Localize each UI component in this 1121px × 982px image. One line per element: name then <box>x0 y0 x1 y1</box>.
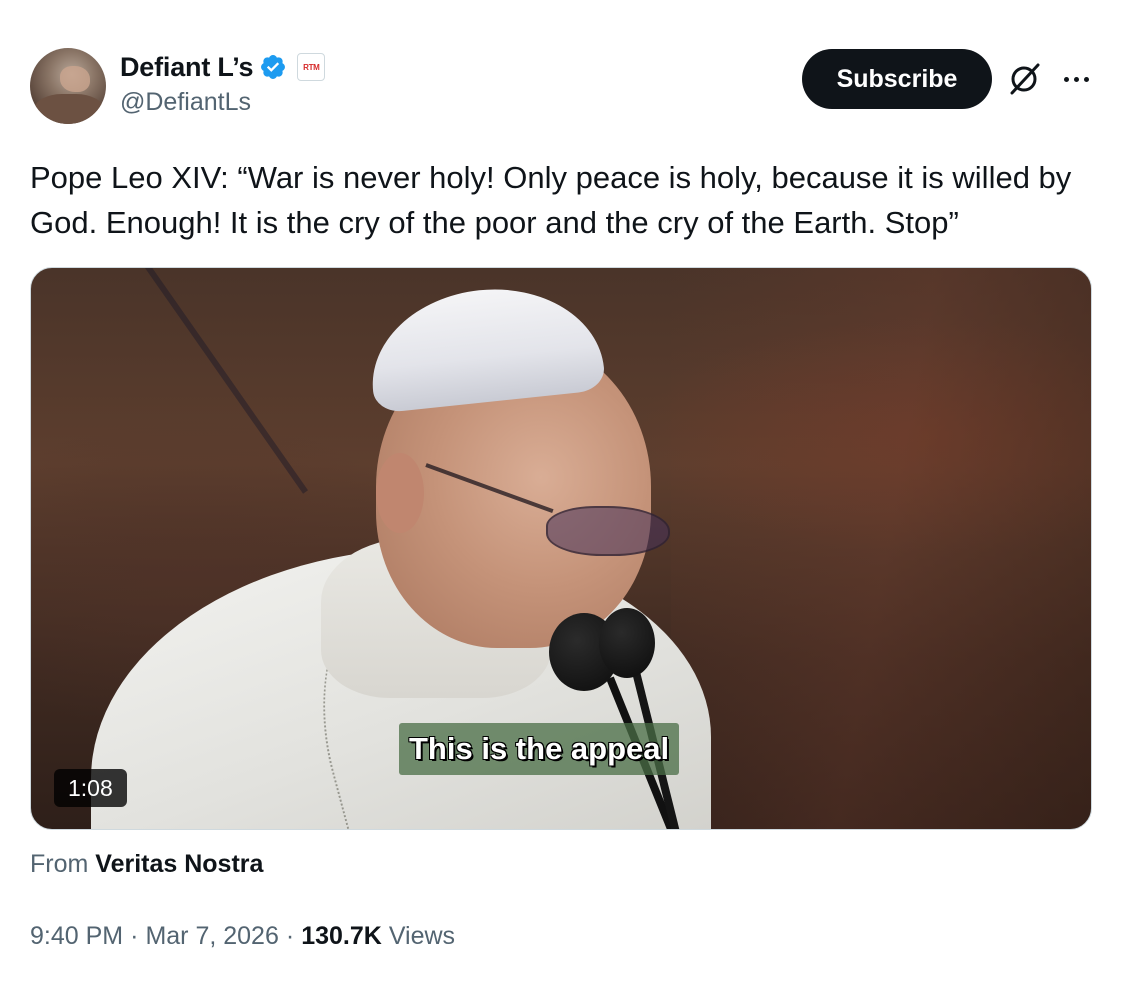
tweet-time[interactable]: 9:40 PM <box>30 922 123 951</box>
source-name-link[interactable]: Veritas Nostra <box>95 850 263 878</box>
tweet-date[interactable]: Mar 7, 2026 <box>145 922 278 951</box>
video-microphone-2 <box>599 608 655 678</box>
affiliate-badge[interactable]: RTM <box>297 53 326 81</box>
video-cable <box>131 268 308 494</box>
grok-icon[interactable] <box>1005 60 1043 98</box>
author-handle[interactable]: @DefiantLs <box>120 88 251 117</box>
author-display-name[interactable]: Defiant L’s <box>120 52 254 83</box>
video-player[interactable]: This is the appeal 1:08 <box>30 267 1092 830</box>
tweet-meta: 9:40 PM · Mar 7, 2026 · 130.7K Views <box>30 922 455 951</box>
avatar-hand <box>60 66 90 92</box>
video-source: From Veritas Nostra <box>30 850 263 879</box>
verified-badge-icon[interactable] <box>259 53 287 81</box>
video-caption: This is the appeal <box>399 723 680 775</box>
meta-separator: · <box>130 922 139 950</box>
avatar-figure <box>34 94 104 124</box>
video-ear <box>376 453 424 533</box>
views-label: Views <box>388 922 456 950</box>
video-duration: 1:08 <box>54 769 127 807</box>
views-count: 130.7K <box>301 922 382 950</box>
source-prefix: From <box>30 850 89 878</box>
author-avatar[interactable] <box>30 48 106 124</box>
meta-separator-2: · <box>285 922 295 950</box>
more-options-icon[interactable] <box>1058 62 1094 96</box>
author-name-row: Defiant L’s RTM <box>120 50 326 84</box>
tweet-text: Pope Leo XIV: “War is never holy! Only p… <box>30 160 1072 240</box>
video-background <box>671 268 1091 829</box>
video-glasses <box>546 506 670 556</box>
subscribe-button[interactable]: Subscribe <box>802 49 992 109</box>
affiliate-badge-label: RTM <box>303 62 320 72</box>
